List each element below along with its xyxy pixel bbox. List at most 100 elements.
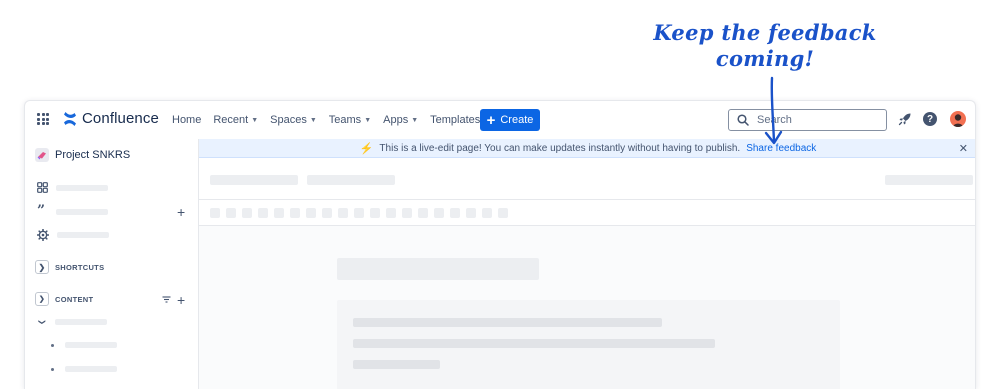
sidebar: Project SNKRS ” + ❯ SHORTCUTS ❯ CONTENT … xyxy=(25,139,199,389)
confluence-logo[interactable]: Confluence xyxy=(63,110,159,127)
tree-item-child[interactable] xyxy=(51,366,117,372)
overview-grid-icon xyxy=(37,182,48,193)
chevron-down-icon: ❯ xyxy=(37,319,45,325)
shortcuts-section[interactable]: ❯ SHORTCUTS xyxy=(35,260,104,274)
bullet-icon xyxy=(51,367,54,371)
lightning-icon: ⚡ xyxy=(359,142,374,155)
content-label: CONTENT xyxy=(55,294,94,304)
chevron-down-icon[interactable]: ❯ xyxy=(35,292,49,306)
live-edit-banner: ⚡ This is a live-edit page! You can make… xyxy=(199,139,975,158)
loading-placeholder xyxy=(54,319,107,325)
chevron-down-icon: ▼ xyxy=(364,116,372,124)
gear-icon xyxy=(37,229,49,241)
nav-home[interactable]: Home xyxy=(172,114,201,126)
loading-placeholder xyxy=(353,360,440,369)
plus-icon: + xyxy=(486,111,496,129)
content-section[interactable]: ❯ CONTENT xyxy=(35,292,93,306)
add-blog-plus-icon[interactable]: + xyxy=(177,205,185,219)
confluence-window: Confluence Home Recent ▼ Spaces ▼ Teams ▼ A… xyxy=(24,100,976,389)
body-placeholder-card xyxy=(337,300,840,389)
loading-placeholder xyxy=(210,175,298,185)
loading-placeholder xyxy=(56,208,108,215)
toolbar-button-placeholder xyxy=(450,208,460,218)
toolbar-button-placeholder xyxy=(258,208,268,218)
nav-templates[interactable]: Templates xyxy=(430,114,480,126)
loading-placeholder xyxy=(57,232,109,238)
loading-placeholder xyxy=(65,342,117,348)
sidebar-item-settings[interactable] xyxy=(37,229,109,241)
product-name: Confluence xyxy=(82,110,159,127)
nav-spaces-label: Spaces xyxy=(270,114,307,126)
toolbar-button-placeholder xyxy=(466,208,476,218)
loading-placeholder xyxy=(307,175,395,185)
editor-toolbar xyxy=(199,200,975,226)
annotation-line-1: Keep the feedback xyxy=(653,20,877,45)
toolbar-button-placeholder xyxy=(354,208,364,218)
bullet-icon xyxy=(51,343,54,347)
annotation-arrow xyxy=(764,76,783,145)
toolbar-button-placeholder xyxy=(434,208,444,218)
title-placeholder xyxy=(337,258,539,280)
nav-recent-label: Recent xyxy=(213,114,249,126)
tree-item-child[interactable] xyxy=(51,342,117,348)
avatar-image xyxy=(953,114,963,127)
loading-placeholder xyxy=(56,184,108,191)
chevron-right-icon[interactable]: ❯ xyxy=(35,260,49,274)
nav-teams[interactable]: Teams ▼ xyxy=(329,114,371,126)
loading-placeholder xyxy=(885,175,973,185)
notification-rocket-icon[interactable] xyxy=(898,112,912,126)
toolbar-button-placeholder xyxy=(482,208,492,218)
nav-recent[interactable]: Recent ▼ xyxy=(213,114,258,126)
toolbar-button-placeholder xyxy=(274,208,284,218)
search-input[interactable]: Search xyxy=(728,109,887,131)
toolbar-button-placeholder xyxy=(418,208,428,218)
nav-home-label: Home xyxy=(172,114,202,126)
close-icon[interactable]: ✕ xyxy=(959,142,968,155)
filter-icon[interactable] xyxy=(162,296,171,303)
toolbar-button-placeholder xyxy=(306,208,316,218)
toolbar-button-placeholder xyxy=(242,208,252,218)
nav-teams-label: Teams xyxy=(328,114,362,126)
chevron-down-icon: ▼ xyxy=(309,116,317,124)
create-button-label: Create xyxy=(500,114,534,126)
loading-placeholder xyxy=(353,318,662,327)
help-icon[interactable]: ? xyxy=(923,112,937,126)
page-content xyxy=(199,159,975,389)
toolbar-button-placeholder xyxy=(402,208,412,218)
toolbar-button-placeholder xyxy=(370,208,380,218)
tree-item-parent[interactable]: ❯ xyxy=(37,318,107,326)
nav-templates-label: Templates xyxy=(430,114,481,126)
nav-apps[interactable]: Apps ▼ xyxy=(383,114,418,126)
space-icon xyxy=(35,148,49,162)
toolbar-button-placeholder xyxy=(210,208,220,218)
shortcuts-label: SHORTCUTS xyxy=(55,262,105,272)
sidebar-item-overview[interactable] xyxy=(37,182,108,193)
space-header[interactable]: Project SNKRS xyxy=(35,148,130,162)
loading-placeholder xyxy=(353,339,715,348)
quote-icon: ” xyxy=(37,203,46,219)
create-button[interactable]: + Create xyxy=(480,109,540,131)
toolbar-button-placeholder xyxy=(386,208,396,218)
confluence-logo-icon xyxy=(64,111,76,126)
handwritten-annotation: Keep the feedback coming! xyxy=(650,20,880,72)
avatar[interactable] xyxy=(950,111,966,127)
nav-spaces[interactable]: Spaces ▼ xyxy=(270,114,317,126)
toolbar-button-placeholder xyxy=(226,208,236,218)
content-area xyxy=(199,226,975,389)
chevron-down-icon: ▼ xyxy=(251,116,259,124)
toolbar-button-placeholder xyxy=(498,208,508,218)
search-icon xyxy=(737,114,749,126)
page: Keep the feedback coming! Confluence Hom… xyxy=(0,0,999,389)
add-content-plus-icon[interactable]: + xyxy=(177,293,185,307)
app-switcher-icon[interactable] xyxy=(37,113,49,125)
toolbar-button-placeholder xyxy=(290,208,300,218)
top-navigation: Confluence Home Recent ▼ Spaces ▼ Teams ▼ A… xyxy=(25,101,975,139)
sidebar-item-blogs[interactable]: ” xyxy=(37,203,108,219)
chevron-down-icon: ▼ xyxy=(411,116,419,124)
banner-message: This is a live-edit page! You can make u… xyxy=(379,142,741,154)
toolbar-button-placeholder xyxy=(322,208,332,218)
loading-placeholder xyxy=(65,366,117,372)
annotation-line-2: coming! xyxy=(715,46,815,71)
primary-nav: Home Recent ▼ Spaces ▼ Teams ▼ Apps ▼ Templa… xyxy=(172,101,480,139)
toolbar-button-placeholder xyxy=(338,208,348,218)
